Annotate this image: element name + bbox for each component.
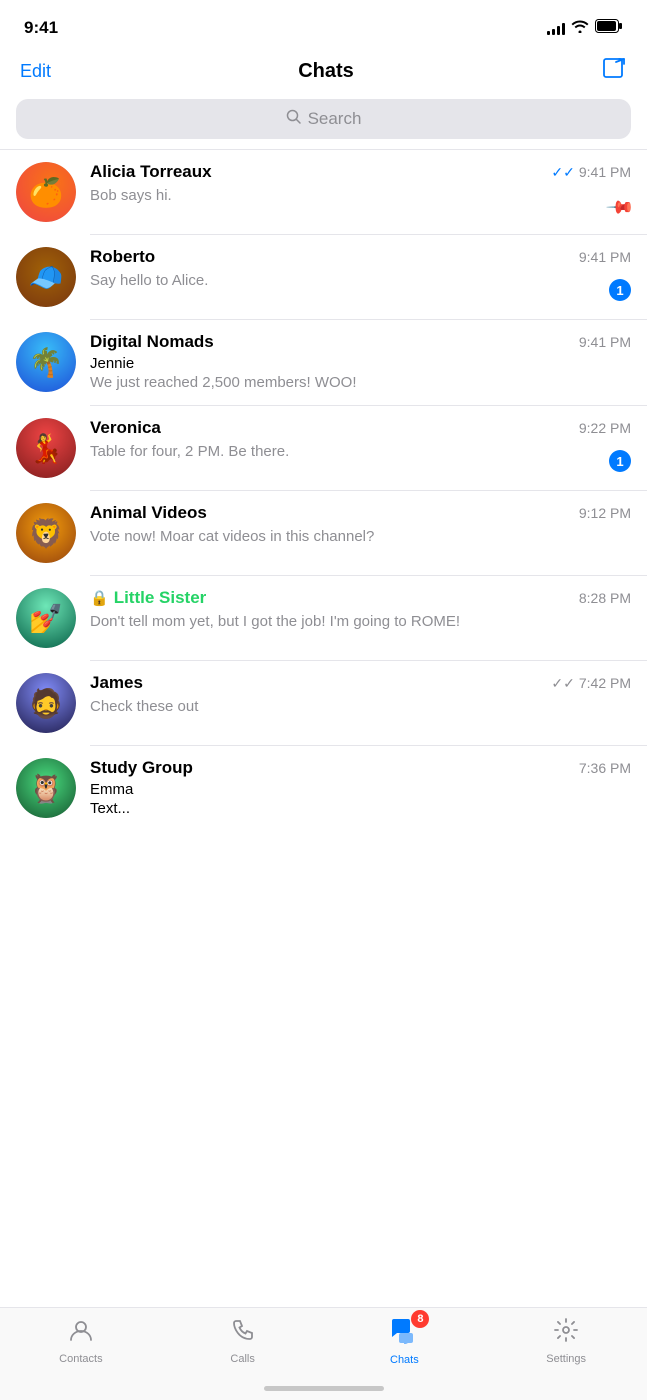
nav-label-settings: Settings [546, 1353, 586, 1365]
nav-label-chats: Chats [390, 1354, 419, 1366]
signal-icon [547, 21, 565, 35]
avatar-alicia: 🍊 [16, 162, 76, 222]
nav-calls[interactable]: Calls [162, 1317, 324, 1365]
status-bar: 9:41 [0, 0, 647, 50]
calls-icon [230, 1317, 256, 1350]
chat-content-roberto: Roberto 9:41 PM Say hello to Alice. [90, 247, 631, 291]
chat-content-sister: 🔒 Little Sister 8:28 PM Don't tell mom y… [90, 588, 631, 632]
search-bar[interactable]: Search [16, 99, 631, 139]
chat-preview-james: Check these out [90, 698, 198, 715]
battery-icon [595, 19, 623, 38]
chat-name-roberto: Roberto [90, 247, 155, 267]
avatar-animal: 🦁 [16, 503, 76, 563]
chat-time-veronica: 9:22 PM [579, 420, 631, 436]
chats-icon: 8 [389, 1316, 419, 1351]
search-placeholder: Search [308, 109, 362, 129]
chat-preview-veronica: Table for four, 2 PM. Be there. [90, 443, 289, 460]
avatar-study: 🦉 [16, 758, 76, 818]
chat-name-alicia: Alicia Torreaux [90, 162, 212, 182]
compose-button[interactable] [601, 56, 627, 87]
badge-roberto: 1 [609, 279, 631, 301]
nav-settings[interactable]: Settings [485, 1317, 647, 1365]
chat-item-sister[interactable]: 💅 🔒 Little Sister 8:28 PM Don't tell mom… [0, 576, 647, 660]
chat-time-james: ✓✓ 7:42 PM [551, 675, 631, 692]
home-indicator [0, 1376, 647, 1400]
chat-time-animal: 9:12 PM [579, 505, 631, 521]
chat-name-animal: Animal Videos [90, 503, 207, 523]
chat-time-alicia: ✓✓ 9:41 PM [551, 164, 631, 181]
chat-content-animal: Animal Videos 9:12 PM Vote now! Moar cat… [90, 503, 631, 547]
home-bar [264, 1386, 384, 1391]
chat-item-veronica[interactable]: 💃 Veronica 9:22 PM Table for four, 2 PM.… [0, 406, 647, 490]
read-check-james: ✓✓ [551, 675, 574, 692]
chat-preview-study: Text... [90, 800, 130, 817]
sender-study: Emma [90, 781, 631, 798]
avatar-digital: 🌴 [16, 332, 76, 392]
chat-time-roberto: 9:41 PM [579, 249, 631, 265]
chat-time-study: 7:36 PM [579, 760, 631, 776]
badge-veronica: 1 [609, 450, 631, 472]
header: Edit Chats [0, 50, 647, 99]
chat-name-digital: Digital Nomads [90, 332, 214, 352]
search-container: Search [0, 99, 647, 149]
chat-item-alicia[interactable]: 🍊 Alicia Torreaux ✓✓ 9:41 PM Bob says hi… [0, 150, 647, 234]
search-icon [286, 109, 302, 130]
status-time: 9:41 [24, 18, 58, 38]
chat-content-study: Study Group 7:36 PM Emma Text... [90, 758, 631, 819]
chat-item-digital[interactable]: 🌴 Digital Nomads 9:41 PM Jennie We just … [0, 320, 647, 405]
chat-content-digital: Digital Nomads 9:41 PM Jennie We just re… [90, 332, 631, 393]
avatar-veronica: 💃 [16, 418, 76, 478]
wifi-icon [571, 19, 589, 38]
nav-label-contacts: Contacts [59, 1353, 102, 1365]
chat-time-digital: 9:41 PM [579, 334, 631, 350]
nav-label-calls: Calls [230, 1353, 254, 1365]
bottom-nav: Contacts Calls 8 Chats [0, 1307, 647, 1400]
lock-icon-sister: 🔒 [90, 589, 109, 607]
chat-content-alicia: Alicia Torreaux ✓✓ 9:41 PM Bob says hi. … [90, 162, 631, 206]
page-title: Chats [298, 60, 354, 83]
chat-item-roberto[interactable]: 🧢 Roberto 9:41 PM Say hello to Alice. 1 [0, 235, 647, 319]
nav-chats[interactable]: 8 Chats [324, 1316, 486, 1366]
avatar-james: 🧔 [16, 673, 76, 733]
chat-name-james: James [90, 673, 143, 693]
avatar-sister: 💅 [16, 588, 76, 648]
avatar-roberto: 🧢 [16, 247, 76, 307]
chat-content-james: James ✓✓ 7:42 PM Check these out [90, 673, 631, 717]
nav-contacts[interactable]: Contacts [0, 1317, 162, 1365]
contacts-icon [68, 1317, 94, 1350]
chat-preview-digital: We just reached 2,500 members! WOO! [90, 374, 357, 391]
chat-name-veronica: Veronica [90, 418, 161, 438]
sender-digital: Jennie [90, 355, 631, 372]
pin-icon-alicia: 📌 [604, 192, 635, 223]
chat-item-james[interactable]: 🧔 James ✓✓ 7:42 PM Check these out [0, 661, 647, 745]
chat-list: 🍊 Alicia Torreaux ✓✓ 9:41 PM Bob says hi… [0, 150, 647, 831]
nav-items: Contacts Calls 8 Chats [0, 1308, 647, 1376]
chat-preview-sister: Don't tell mom yet, but I got the job! I… [90, 613, 460, 630]
chats-badge: 8 [411, 1310, 429, 1328]
chat-item-study[interactable]: 🦉 Study Group 7:36 PM Emma Text... [0, 746, 647, 831]
chat-name-study: Study Group [90, 758, 193, 778]
chat-preview-alicia: Bob says hi. [90, 185, 172, 206]
read-check-alicia: ✓✓ [551, 164, 574, 181]
chat-preview-animal: Vote now! Moar cat videos in this channe… [90, 528, 374, 545]
chat-name-sister: 🔒 Little Sister [90, 588, 206, 608]
chat-time-sister: 8:28 PM [579, 590, 631, 606]
chat-item-animal[interactable]: 🦁 Animal Videos 9:12 PM Vote now! Moar c… [0, 491, 647, 575]
status-icons [547, 19, 623, 38]
chat-content-veronica: Veronica 9:22 PM Table for four, 2 PM. B… [90, 418, 631, 462]
edit-button[interactable]: Edit [20, 61, 51, 82]
settings-icon [553, 1317, 579, 1350]
chat-preview-roberto: Say hello to Alice. [90, 272, 208, 289]
